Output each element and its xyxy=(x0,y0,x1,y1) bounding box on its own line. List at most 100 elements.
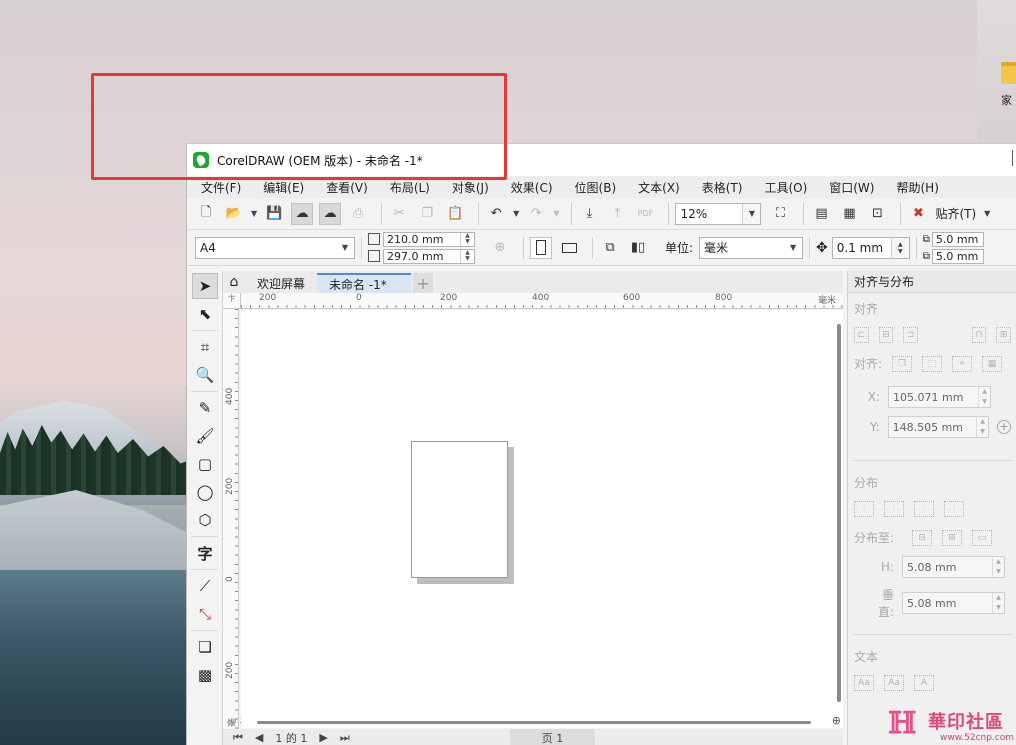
align-to-active-objects-icon[interactable]: ❐ xyxy=(892,355,913,372)
spin-arrows-icon[interactable]: ▲ ▼ xyxy=(992,557,1004,577)
snap-to-label[interactable]: 贴齐(T) xyxy=(935,205,976,222)
distribute-section-title[interactable]: 分布 xyxy=(848,467,1016,495)
crop-tool[interactable]: ⌗ xyxy=(192,334,218,360)
polygon-tool[interactable]: ⬡ xyxy=(192,507,218,533)
horizontal-scrollbar[interactable] xyxy=(257,721,811,724)
page-nav-last-icon[interactable]: ⏭ xyxy=(340,731,350,745)
page-width-input[interactable]: 210.0 mm ▲ ▼ xyxy=(383,231,475,247)
menu-edit[interactable]: 编辑(E) xyxy=(263,179,304,196)
menu-text[interactable]: 文本(X) xyxy=(638,179,680,196)
distribute-spacing-icon[interactable]: ⫶ xyxy=(914,501,934,517)
spin-arrows-icon[interactable]: ▲ ▼ xyxy=(976,417,988,437)
menu-effects[interactable]: 效果(C) xyxy=(511,179,553,196)
home-icon[interactable]: ⌂ xyxy=(223,271,245,293)
paper-type-button[interactable]: ⊕ xyxy=(489,237,511,259)
undo-button[interactable]: ↶ xyxy=(485,203,507,225)
spin-arrows-icon[interactable]: ▲ ▼ xyxy=(978,387,990,407)
snap-off-button[interactable]: ✖ xyxy=(907,203,929,225)
text-first-baseline-icon[interactable]: Aa xyxy=(854,675,874,691)
distribute-center-icon[interactable]: ⫶ xyxy=(884,501,904,517)
paste-button[interactable]: 📋 xyxy=(444,203,466,225)
zoom-navigator-icon[interactable]: ⊕ xyxy=(832,714,841,727)
spin-arrows-icon[interactable]: ▲ ▼ xyxy=(460,249,474,263)
vertical-scrollbar[interactable] xyxy=(837,324,841,702)
cut-button[interactable]: ✂ xyxy=(388,203,410,225)
page-size-combo[interactable]: A4 ▼ xyxy=(195,236,355,259)
document-page[interactable] xyxy=(411,441,508,578)
menu-window[interactable]: 窗口(W) xyxy=(829,179,874,196)
new-document-button[interactable]: 🗋 xyxy=(195,203,217,225)
tab-document[interactable]: 未命名 -1* xyxy=(317,273,412,293)
nudge-distance-input[interactable]: 0.1 mm ▲ ▼ xyxy=(831,236,910,259)
vertical-ruler[interactable]: 400 200 0 200 毫米 xyxy=(223,309,251,729)
spin-arrows-icon[interactable]: ▲ ▼ xyxy=(460,232,474,246)
add-point-icon[interactable]: + xyxy=(997,420,1011,434)
distribute-right-icon[interactable]: ⫶ xyxy=(944,501,964,517)
menu-file[interactable]: 文件(F) xyxy=(201,179,241,196)
print-button[interactable]: ⎙ xyxy=(347,203,369,225)
align-to-page-center-icon[interactable]: ⌖ xyxy=(952,355,973,372)
distribute-spacing-value-icon[interactable]: ▭ xyxy=(972,529,993,546)
transparency-tool[interactable]: ▩ xyxy=(192,662,218,688)
page-nav-next-icon[interactable]: ▶ xyxy=(319,731,327,744)
cloud-upload-button[interactable]: ☁ xyxy=(319,202,342,225)
rectangle-tool[interactable]: ▢ xyxy=(192,451,218,477)
page-nav-prev-icon[interactable]: ◀ xyxy=(255,731,263,744)
menu-object[interactable]: 对象(J) xyxy=(452,179,489,196)
align-to-page-edge-icon[interactable]: ⬚ xyxy=(922,355,943,372)
landscape-button[interactable] xyxy=(558,237,580,259)
y-input[interactable]: 148.505 mm ▲ ▼ xyxy=(887,416,990,438)
artistic-media-tool[interactable]: 🖌 xyxy=(192,423,218,449)
menu-help[interactable]: 帮助(H) xyxy=(896,179,938,196)
menu-bitmaps[interactable]: 位图(B) xyxy=(575,179,617,196)
tab-welcome-screen[interactable]: 欢迎屏幕 xyxy=(245,273,317,293)
publish-pdf-button[interactable]: PDF xyxy=(634,203,656,225)
page-height-input[interactable]: 297.0 mm ▲ ▼ xyxy=(383,248,475,264)
connector-tool[interactable]: ⤡ xyxy=(192,601,218,627)
h-input[interactable]: 5.08 mm ▲ ▼ xyxy=(902,556,1005,578)
menu-table[interactable]: 表格(T) xyxy=(702,179,743,196)
show-grid-button[interactable]: ▦ xyxy=(838,203,860,225)
pick-tool[interactable]: ➤ xyxy=(192,273,218,299)
add-tab-button[interactable]: + xyxy=(413,273,434,293)
page-nav-first-icon[interactable]: ⏮ xyxy=(233,731,243,745)
text-bounding-box-icon[interactable]: A xyxy=(914,675,934,691)
text-section-title[interactable]: 文本 xyxy=(848,641,1016,669)
ellipse-tool[interactable]: ◯ xyxy=(192,479,218,505)
units-combo[interactable]: 毫米 ▼ xyxy=(699,236,804,259)
portrait-button[interactable] xyxy=(530,236,552,259)
page-tab[interactable]: 页 1 xyxy=(509,729,596,745)
distribute-to-page-icon[interactable]: ⊞ xyxy=(942,529,963,546)
shape-tool[interactable]: ⬉ xyxy=(192,301,218,327)
spin-arrows-icon[interactable]: ▲ ▼ xyxy=(890,237,909,258)
menu-tools[interactable]: 工具(O) xyxy=(764,179,807,196)
all-pages-button[interactable]: ⧉ xyxy=(599,237,621,259)
copy-button[interactable]: ❐ xyxy=(416,203,438,225)
ruler-origin[interactable]: 卞 xyxy=(223,293,241,309)
align-center-h-icon[interactable]: ⊟ xyxy=(878,327,894,343)
align-section-title[interactable]: 对齐 xyxy=(848,293,1016,321)
show-guidelines-button[interactable]: ⊡ xyxy=(866,203,888,225)
duplicate-y-input[interactable]: 5.0 mm xyxy=(931,248,984,264)
chevron-down-icon[interactable]: ▼ xyxy=(784,237,803,258)
open-button[interactable]: 📂 xyxy=(223,203,245,225)
text-last-baseline-icon[interactable]: Aa xyxy=(884,675,904,691)
freehand-tool[interactable]: ✎ xyxy=(192,395,218,421)
current-page-button[interactable]: ▮▯ xyxy=(627,237,649,259)
save-button[interactable]: 💾 xyxy=(263,203,285,225)
drawing-canvas[interactable]: ⊕ xyxy=(241,310,843,728)
menu-view[interactable]: 查看(V) xyxy=(326,179,368,196)
redo-button[interactable]: ↷ xyxy=(525,203,547,225)
distribute-left-icon[interactable]: ⫶ xyxy=(854,501,874,517)
zoom-level-combo[interactable]: 12% ▼ xyxy=(675,202,762,225)
duplicate-x-input[interactable]: 5.0 mm xyxy=(931,231,984,247)
horizontal-ruler[interactable]: 200 0 200 400 600 800 毫米 xyxy=(241,293,843,309)
undo-dropdown-chevron-icon[interactable]: ▼ xyxy=(513,209,519,218)
align-right-icon[interactable]: ⊐ xyxy=(903,327,918,343)
x-input[interactable]: 105.071 mm ▲ ▼ xyxy=(888,386,991,408)
import-button[interactable]: ⤓ xyxy=(578,203,600,225)
show-rulers-button[interactable]: ▤ xyxy=(810,203,832,225)
menu-layout[interactable]: 布局(L) xyxy=(390,179,430,196)
export-button[interactable]: ⤒ xyxy=(606,203,628,225)
chevron-down-icon[interactable]: ▼ xyxy=(742,203,761,224)
